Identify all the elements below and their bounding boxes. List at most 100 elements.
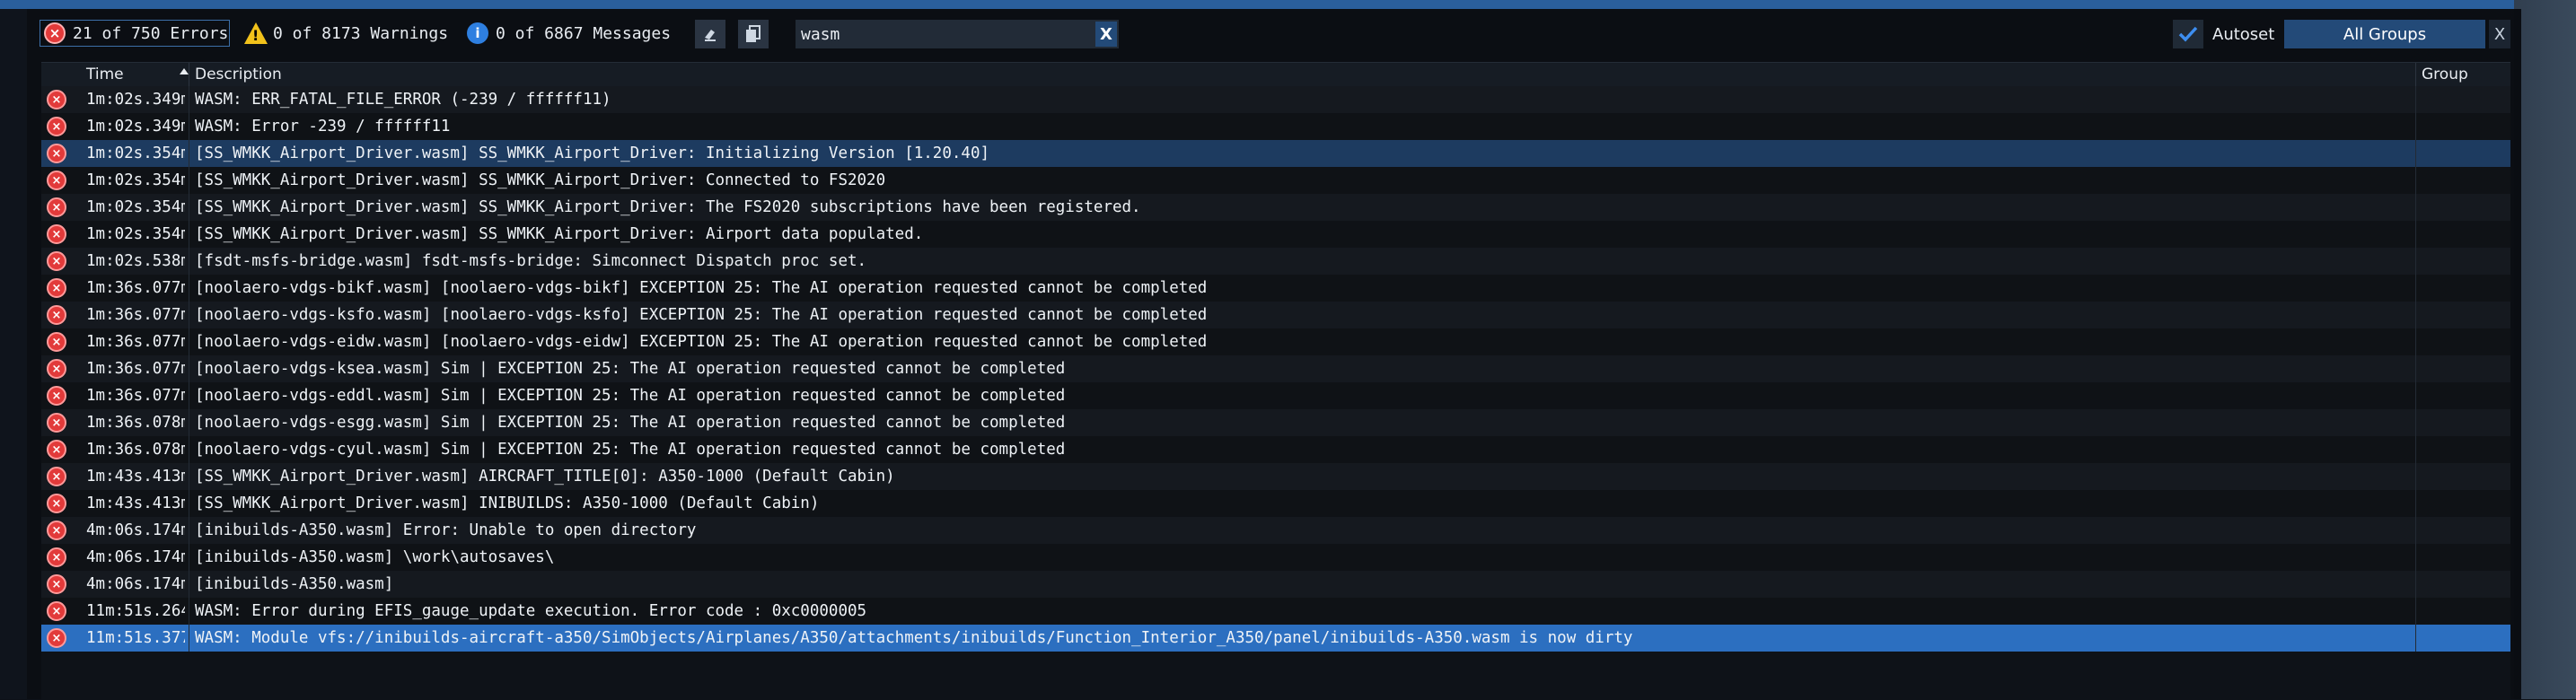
row-group: [2415, 544, 2511, 571]
error-icon: ×: [47, 278, 66, 298]
row-group: [2415, 140, 2511, 167]
groups-clear-button[interactable]: X: [2489, 20, 2510, 48]
table-row[interactable]: × 1m:36s.077m [noolaero-vdgs-ksfo.wasm] [n…: [41, 302, 2510, 328]
error-icon: ×: [44, 22, 66, 44]
row-severity: ×: [47, 248, 74, 275]
table-row[interactable]: × 1m:02s.349m WASM: Error -239 / ffffff11: [41, 113, 2510, 140]
table-row[interactable]: × 11m:51s.264 WASM: Error during EFIS_gaug…: [41, 598, 2510, 625]
row-description: [SS_WMKK_Airport_Driver.wasm] INIBUILDS:…: [189, 490, 2415, 517]
table-row[interactable]: × 4m:06s.174m [inibuilds-A350.wasm] Error:…: [41, 517, 2510, 544]
row-severity: ×: [47, 167, 74, 194]
clear-log-button[interactable]: [695, 20, 725, 48]
row-time: 1m:02s.354m: [86, 144, 185, 162]
autoset-checkbox[interactable]: [2173, 20, 2203, 48]
error-icon: ×: [47, 601, 66, 621]
error-icon: ×: [47, 440, 66, 459]
search-input[interactable]: [796, 20, 1119, 48]
console-panel: × 21 of 750 Errors ! 0 of 8173 Warnings …: [27, 9, 2514, 700]
row-description: [SS_WMKK_Airport_Driver.wasm] SS_WMKK_Ai…: [189, 221, 2415, 248]
table-row[interactable]: × 1m:36s.077m [noolaero-vdgs-bikf.wasm] [n…: [41, 275, 2510, 302]
table-row[interactable]: × 1m:02s.349m WASM: ERR_FATAL_FILE_ERROR (…: [41, 86, 2510, 113]
table-row[interactable]: × 1m:02s.354m [SS_WMKK_Airport_Driver.wasm…: [41, 221, 2510, 248]
table-row[interactable]: × 1m:02s.354m [SS_WMKK_Airport_Driver.wasm…: [41, 167, 2510, 194]
table-row[interactable]: × 4m:06s.174m [inibuilds-A350.wasm] \work\…: [41, 544, 2510, 571]
column-header-time[interactable]: Time: [81, 63, 189, 86]
row-time: 1m:02s.538m: [86, 252, 185, 270]
warning-icon-glyph: !: [252, 27, 259, 44]
table-row[interactable]: × 1m:02s.538m [fsdt-msfs-bridge.wasm] fsdt…: [41, 248, 2510, 275]
table-row[interactable]: × 1m:43s.413m [SS_WMKK_Airport_Driver.wasm…: [41, 463, 2510, 490]
table-row[interactable]: × 1m:36s.077m [noolaero-vdgs-ksea.wasm] Si…: [41, 355, 2510, 382]
row-description: [inibuilds-A350.wasm] \work\autosaves\: [189, 544, 2415, 571]
row-severity: ×: [47, 625, 74, 652]
error-icon: ×: [47, 467, 66, 486]
row-severity: ×: [47, 544, 74, 571]
row-group: [2415, 463, 2511, 490]
row-group: [2415, 436, 2511, 463]
warnings-filter-toggle[interactable]: ! 0 of 8173 Warnings: [244, 20, 448, 47]
table-row[interactable]: × 1m:02s.354m [SS_WMKK_Airport_Driver.wasm…: [41, 140, 2510, 167]
search-clear-button[interactable]: X: [1095, 22, 1117, 47]
row-description: [noolaero-vdgs-eddl.wasm] Sim | EXCEPTIO…: [189, 382, 2415, 409]
error-icon: ×: [47, 144, 66, 163]
error-icon: ×: [47, 386, 66, 406]
log-table: Time Description Group × 1m:02s.349m WASM:…: [41, 62, 2510, 700]
row-group: [2415, 275, 2511, 302]
error-icon: ×: [47, 521, 66, 540]
column-header-group[interactable]: Group: [2415, 63, 2510, 86]
row-time: 4m:06s.174m: [86, 548, 185, 566]
row-time: 1m:36s.077m: [86, 333, 185, 351]
row-description: WASM: Error -239 / ffffff11: [189, 113, 2415, 140]
row-group: [2415, 221, 2511, 248]
error-icon: ×: [47, 547, 66, 567]
row-group: [2415, 382, 2511, 409]
error-icon: ×: [47, 494, 66, 513]
row-severity: ×: [47, 113, 74, 140]
errors-filter-toggle[interactable]: × 21 of 750 Errors: [40, 20, 230, 47]
copy-log-button[interactable]: [738, 20, 769, 48]
table-row[interactable]: × 1m:36s.077m [noolaero-vdgs-eddl.wasm] Si…: [41, 382, 2510, 409]
row-time: 1m:36s.078m: [86, 414, 185, 432]
row-time: 1m:02s.349m: [86, 118, 185, 136]
row-time: 1m:02s.354m: [86, 225, 185, 243]
row-group: [2415, 625, 2511, 652]
error-icon: ×: [47, 224, 66, 244]
error-icon: ×: [47, 574, 66, 594]
row-severity: ×: [47, 355, 74, 382]
row-description: WASM: Module vfs://inibuilds-aircraft-a3…: [189, 625, 2415, 652]
row-time: 11m:51s.377: [86, 629, 185, 647]
row-severity: ×: [47, 302, 74, 328]
messages-filter-toggle[interactable]: i 0 of 6867 Messages: [467, 20, 671, 47]
row-severity: ×: [47, 463, 74, 490]
error-icon: ×: [47, 171, 66, 190]
warnings-filter-label: 0 of 8173 Warnings: [273, 23, 449, 43]
row-group: [2415, 598, 2511, 625]
row-description: [noolaero-vdgs-esgg.wasm] Sim | EXCEPTIO…: [189, 409, 2415, 436]
column-header-description[interactable]: Description: [189, 63, 2415, 86]
row-severity: ×: [47, 194, 74, 221]
table-header: Time Description Group: [41, 63, 2510, 86]
error-icon: ×: [47, 305, 66, 325]
table-row[interactable]: × 11m:51s.377 WASM: Module vfs://inibuilds…: [41, 625, 2510, 652]
table-row[interactable]: × 4m:06s.174m [inibuilds-A350.wasm]: [41, 571, 2510, 598]
row-group: [2415, 517, 2511, 544]
row-group: [2415, 194, 2511, 221]
scrollbar[interactable]: [2514, 9, 2521, 699]
row-severity: ×: [47, 86, 74, 113]
table-row[interactable]: × 1m:36s.078m [noolaero-vdgs-cyul.wasm] Si…: [41, 436, 2510, 463]
table-body: × 1m:02s.349m WASM: ERR_FATAL_FILE_ERROR (…: [41, 86, 2510, 652]
eraser-icon: [705, 30, 716, 41]
row-time: 1m:36s.077m: [86, 279, 185, 297]
table-row[interactable]: × 1m:36s.078m [noolaero-vdgs-esgg.wasm] Si…: [41, 409, 2510, 436]
row-time: 4m:06s.174m: [86, 521, 185, 539]
error-icon: ×: [47, 90, 66, 109]
table-row[interactable]: × 1m:43s.413m [SS_WMKK_Airport_Driver.wasm…: [41, 490, 2510, 517]
sort-ascending-icon: [180, 68, 189, 74]
row-severity: ×: [47, 221, 74, 248]
row-description: [SS_WMKK_Airport_Driver.wasm] SS_WMKK_Ai…: [189, 194, 2415, 221]
row-severity: ×: [47, 517, 74, 544]
table-row[interactable]: × 1m:36s.077m [noolaero-vdgs-eidw.wasm] [n…: [41, 328, 2510, 355]
row-group: [2415, 328, 2511, 355]
groups-dropdown[interactable]: All Groups: [2284, 20, 2485, 48]
table-row[interactable]: × 1m:02s.354m [SS_WMKK_Airport_Driver.wasm…: [41, 194, 2510, 221]
